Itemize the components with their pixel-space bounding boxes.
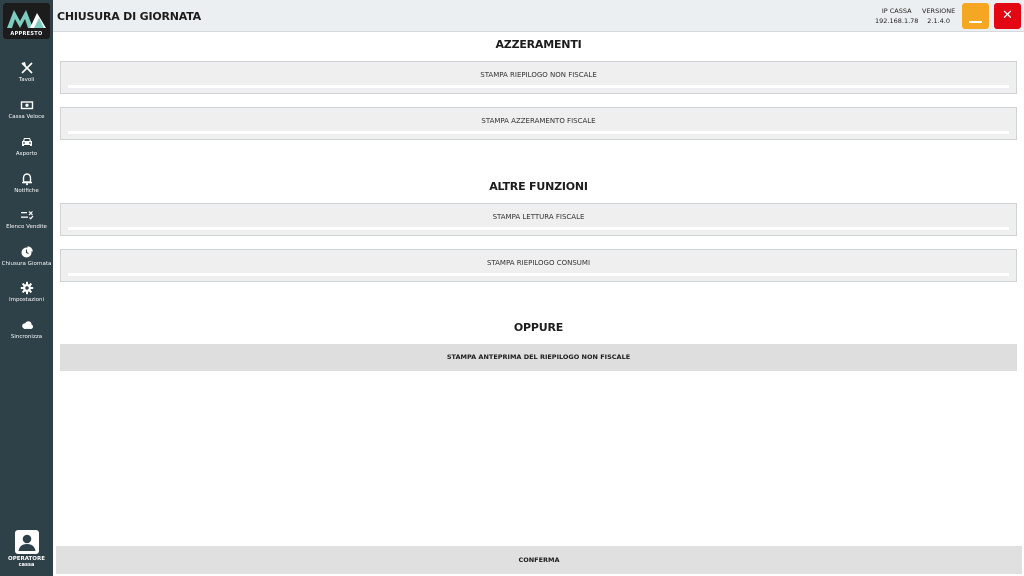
sidebar-item-asporto[interactable]: Asporto xyxy=(0,135,53,169)
sidebar-item-impostazioni[interactable]: Impostazioni xyxy=(0,281,53,315)
sidebar-item-notifiche[interactable]: Notifiche xyxy=(0,172,53,206)
version-label: VERSIONE xyxy=(922,7,956,15)
button-underline xyxy=(68,131,1009,134)
button-label: STAMPA LETTURA FISCALE xyxy=(492,213,585,221)
sidebar-item-label: Elenco Vendite xyxy=(6,224,47,230)
stampa-riepilogo-consumi-button[interactable]: STAMPA RIEPILOGO CONSUMI xyxy=(60,249,1017,282)
button-underline xyxy=(68,227,1009,230)
clock-pie-icon xyxy=(21,246,33,258)
version-value: 2.1.4.0 xyxy=(927,17,950,25)
user-avatar-icon xyxy=(14,530,39,554)
car-icon xyxy=(21,138,32,146)
fork-knife-icon xyxy=(20,62,33,74)
stampa-azzeramento-fiscale-button[interactable]: STAMPA AZZERAMENTO FISCALE xyxy=(60,107,1017,140)
button-label: STAMPA RIEPILOGO NON FISCALE xyxy=(480,71,597,79)
stampa-riepilogo-non-fiscale-button[interactable]: STAMPA RIEPILOGO NON FISCALE xyxy=(60,61,1017,94)
cash-icon xyxy=(20,101,33,110)
logo-mark-icon xyxy=(7,10,46,28)
ip-info: IP CASSA 192.168.1.78 xyxy=(875,7,918,25)
app-window: APPRESTO Tavoli Cassa Veloce Asporto Not… xyxy=(0,0,1024,576)
cloud-icon xyxy=(21,321,33,329)
sidebar-item-label: Tavoli xyxy=(18,77,35,83)
button-underline xyxy=(68,273,1009,276)
button-label: STAMPA AZZERAMENTO FISCALE xyxy=(481,117,596,125)
sidebar-item-elenco-vendite[interactable]: Elenco Vendite xyxy=(0,208,53,242)
button-label: STAMPA RIEPILOGO CONSUMI xyxy=(486,259,591,267)
button-label: CONFERMA xyxy=(518,556,560,564)
bell-icon xyxy=(21,173,32,186)
sidebar: APPRESTO Tavoli Cassa Veloce Asporto Not… xyxy=(0,0,53,576)
list-check-icon xyxy=(20,211,33,220)
sidebar-item-label: Impostazioni xyxy=(8,297,45,303)
stampa-lettura-fiscale-button[interactable]: STAMPA LETTURA FISCALE xyxy=(60,203,1017,236)
logo-text: APPRESTO xyxy=(10,31,43,37)
operator-name: cassa xyxy=(18,562,35,568)
ip-value: 192.168.1.78 xyxy=(875,17,919,25)
sidebar-item-chiusura-giornata[interactable]: Chiusura Giornata xyxy=(0,245,53,279)
version-info: VERSIONE 2.1.4.0 xyxy=(922,7,955,25)
confirm-button[interactable]: CONFERMA xyxy=(56,546,1022,574)
close-icon: ✕ xyxy=(1002,8,1013,23)
minimize-button[interactable] xyxy=(962,3,989,29)
button-underline xyxy=(68,85,1009,88)
sidebar-item-label: Notifiche xyxy=(14,188,39,194)
header-bar: CHIUSURA DI GIORNATA IP CASSA 192.168.1.… xyxy=(53,0,1024,32)
operator-panel[interactable]: OPERATORE cassa xyxy=(0,530,53,568)
stampa-anteprima-riepilogo-button[interactable]: STAMPA ANTEPRIMA DEL RIEPILOGO NON FISCA… xyxy=(60,344,1017,371)
page-title: CHIUSURA DI GIORNATA xyxy=(57,10,201,23)
appresto-logo[interactable]: APPRESTO xyxy=(3,3,50,39)
sidebar-item-cassa-veloce[interactable]: Cassa Veloce xyxy=(0,98,53,132)
sidebar-item-sincronizza[interactable]: Sincronizza xyxy=(0,318,53,352)
sidebar-item-label: Chiusura Giornata xyxy=(1,261,52,267)
close-button[interactable]: ✕ xyxy=(994,3,1021,29)
section-title-oppure: OPPURE xyxy=(513,321,564,334)
section-title-azzeramenti: AZZERAMENTI xyxy=(495,38,582,51)
minimize-icon xyxy=(969,21,982,23)
sidebar-item-label: Cassa Veloce xyxy=(8,114,45,120)
button-label: STAMPA ANTEPRIMA DEL RIEPILOGO NON FISCA… xyxy=(446,353,631,361)
sidebar-item-tavoli[interactable]: Tavoli xyxy=(0,61,53,95)
ip-label: IP CASSA xyxy=(881,7,912,15)
sidebar-item-label: Sincronizza xyxy=(10,334,43,340)
gear-icon xyxy=(20,281,33,295)
section-title-altre-funzioni: ALTRE FUNZIONI xyxy=(489,180,588,193)
sidebar-item-label: Asporto xyxy=(15,151,38,157)
